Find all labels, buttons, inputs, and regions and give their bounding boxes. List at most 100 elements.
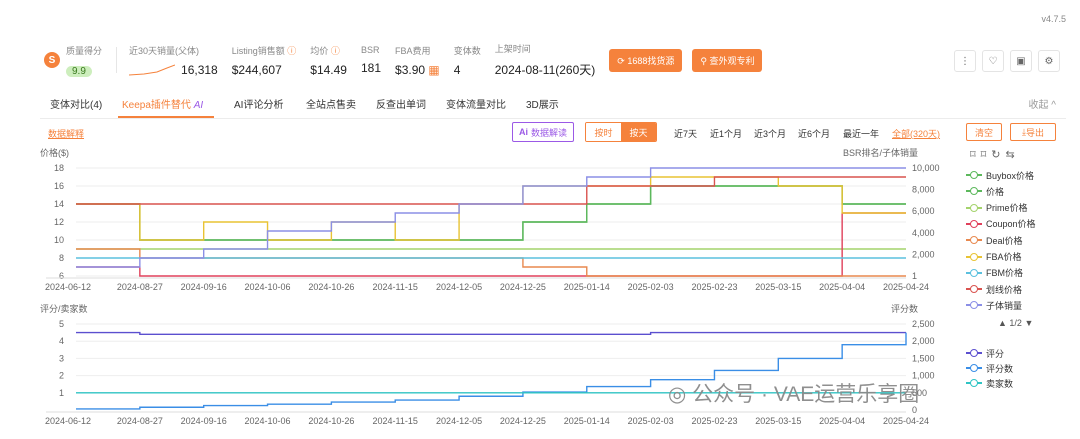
avg-price-value: $14.49 xyxy=(310,62,347,77)
legend-label: 划线价格 xyxy=(986,284,1023,295)
range-6m[interactable]: 近6个月 xyxy=(798,127,830,140)
legend-item[interactable]: 评分 xyxy=(966,346,1004,360)
x-tick-label: 2024-10-26 xyxy=(308,416,354,426)
legend-marker-icon xyxy=(966,203,982,213)
range-all[interactable]: 全部(320天) xyxy=(892,127,940,140)
legend-item[interactable]: Deal价格 xyxy=(966,233,1023,247)
x-tick-label: 2024-10-26 xyxy=(308,282,354,292)
collapse-button[interactable]: 收起 ^ xyxy=(1029,96,1056,111)
x-tick-label: 2024-12-05 xyxy=(436,282,482,292)
tab-variant-compare[interactable]: 变体对比(4) xyxy=(50,96,102,111)
x-tick-label: 2024-10-06 xyxy=(245,282,291,292)
by-day-button[interactable]: 按天 xyxy=(621,123,656,141)
legend-marker-icon xyxy=(966,300,982,310)
x-tick-label: 2025-04-04 xyxy=(819,282,865,292)
x-tick-label: 2024-12-25 xyxy=(500,416,546,426)
stat-label: 均价 xyxy=(310,45,329,56)
check-patent-button[interactable]: ⚲ 查外观专利 xyxy=(692,48,763,72)
legend-item[interactable]: Prime价格 xyxy=(966,201,1028,215)
legend-item[interactable]: FBA价格 xyxy=(966,250,1022,264)
tab-keepa[interactable]: Keepa插件替代 AI xyxy=(122,96,203,111)
variants-value: 4 xyxy=(453,62,461,77)
export-button[interactable]: ⤓ 导出 xyxy=(1010,123,1056,141)
y-tick-label: 4 xyxy=(59,336,64,346)
x-tick-label: 2024-09-16 xyxy=(181,416,227,426)
x-tick-label: 2024-11-15 xyxy=(373,416,418,426)
legend-marker-icon xyxy=(966,186,982,196)
range-1m[interactable]: 近1个月 xyxy=(710,127,742,140)
stat-listing-sales: Listing销售额 ⓘ $244,607 xyxy=(232,44,297,77)
quality-badge: 9.9 xyxy=(66,65,92,77)
ai-interpret-button[interactable]: Ai 数据解读 xyxy=(512,122,574,142)
settings-gear-icon[interactable]: ⚙ xyxy=(1038,50,1060,72)
stat-listed: 上架时间 2024-08-11(260天) xyxy=(495,42,596,78)
x-tick-label: 2025-04-04 xyxy=(819,416,865,426)
chart-toolbar-icons[interactable]: ⌑⌑↻⇆ xyxy=(970,148,1020,161)
video-icon[interactable]: ▣ xyxy=(1010,50,1032,72)
x-tick-label: 2024-09-16 xyxy=(181,282,227,292)
y-tick-label: 2 xyxy=(59,371,64,381)
tab-reverse-keywords[interactable]: 反查出单词 xyxy=(376,96,426,111)
legend-marker-icon xyxy=(966,268,982,278)
legend-item[interactable]: 卖家数 xyxy=(966,376,1013,390)
find-source-1688-button[interactable]: ⟳ 1688找货源 xyxy=(609,48,683,72)
tab-all-sites[interactable]: 全站点售卖 xyxy=(306,96,356,111)
stat-quality: 质量得分 9.9 xyxy=(66,44,102,77)
more-menu-icon[interactable]: ⋮ xyxy=(954,50,976,72)
legend-item[interactable]: Coupon价格 xyxy=(966,217,1036,231)
y2-tick-label: 1 xyxy=(912,271,917,281)
x-tick-label: 2025-03-15 xyxy=(755,282,801,292)
tab-variant-traffic[interactable]: 变体流量对比 xyxy=(446,96,506,111)
tab-ai-review[interactable]: AI评论分析 xyxy=(234,96,283,111)
series-line-Coupon价格 xyxy=(76,212,906,277)
x-tick-label: 2025-01-14 xyxy=(564,282,610,292)
stat-avg-price: 均价 ⓘ $14.49 xyxy=(310,44,347,77)
series-line-子体销量 xyxy=(76,167,906,268)
by-time-button[interactable]: 按时 xyxy=(586,123,621,141)
x-tick-label: 2025-02-03 xyxy=(628,282,674,292)
legend-label: FBA价格 xyxy=(986,252,1022,262)
data-explain-link[interactable]: 数据解释 xyxy=(48,127,84,140)
legend-pager[interactable]: ▲ 1/2 ▼ xyxy=(998,318,1033,328)
watermark: ◎ 公众号 · VAE运营乐享圈 xyxy=(668,383,920,406)
x-tick-label: 2025-02-23 xyxy=(691,282,737,292)
range-7d[interactable]: 近7天 xyxy=(674,127,697,140)
stat-sales30: 近30天销量(父体) 16,318 xyxy=(129,44,218,77)
legend-marker-icon xyxy=(966,378,982,388)
sales-sparkline-icon xyxy=(129,64,176,75)
legend-label: Deal价格 xyxy=(986,235,1023,246)
legend-marker-icon xyxy=(966,219,982,229)
range-1y[interactable]: 最近一年 xyxy=(843,127,879,140)
heart-icon[interactable]: ♡ xyxy=(982,50,1004,72)
calculator-icon[interactable]: ▦ xyxy=(428,63,439,77)
legend-item[interactable]: Buybox价格 xyxy=(966,168,1034,182)
legend-marker-icon xyxy=(966,348,982,358)
active-tab-indicator xyxy=(118,116,214,118)
y-axis-title: 评分/卖家数 xyxy=(40,303,88,314)
x-tick-label: 2024-06-12 xyxy=(45,282,91,292)
legend-item[interactable]: 划线价格 xyxy=(966,282,1022,296)
legend-label: 评分 xyxy=(986,348,1005,359)
x-tick-label: 2024-11-15 xyxy=(373,282,418,292)
series-line-划线价格 xyxy=(76,176,906,205)
stat-label: 上架时间 xyxy=(494,44,531,54)
legend-marker-icon xyxy=(966,252,982,262)
range-3m[interactable]: 近3个月 xyxy=(754,127,786,140)
listed-value: 2024-08-11(260天) xyxy=(494,63,596,77)
legend-item[interactable]: FBM价格 xyxy=(966,266,1023,280)
info-icon[interactable]: ⓘ xyxy=(287,46,296,56)
clear-button[interactable]: 清空 xyxy=(966,123,1002,141)
legend-item[interactable]: 评分数 xyxy=(966,361,1013,375)
x-tick-label: 2024-12-25 xyxy=(500,282,546,292)
legend-label: 价格 xyxy=(986,186,1005,197)
series-line-Deal价格 xyxy=(76,248,906,277)
legend-item[interactable]: 子体销量 xyxy=(966,298,1022,312)
info-icon[interactable]: ⓘ xyxy=(331,46,340,56)
y-tick-label: 6 xyxy=(59,271,64,281)
legend-item[interactable]: 价格 xyxy=(966,184,1004,198)
granularity-toggle: 按时 按天 xyxy=(585,122,657,142)
legend-label: 评分数 xyxy=(986,363,1014,374)
series-line-价格 xyxy=(76,185,906,241)
tab-3d[interactable]: 3D展示 xyxy=(526,96,559,111)
stat-label: 变体数 xyxy=(453,45,481,56)
